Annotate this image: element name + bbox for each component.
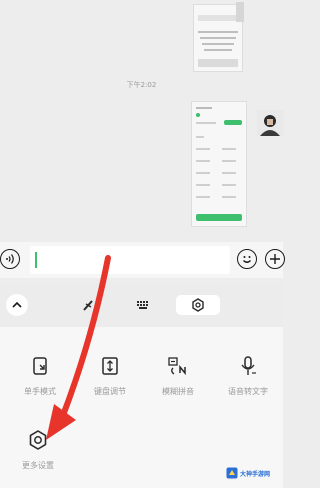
watermark-logo-icon bbox=[226, 467, 238, 479]
settings-gear-icon bbox=[192, 298, 204, 312]
avatar-icon bbox=[257, 110, 283, 136]
chat-timestamp: 下午2:02 bbox=[126, 81, 157, 89]
tab-handwrite[interactable] bbox=[80, 296, 98, 314]
keyboard-icon bbox=[137, 301, 148, 309]
tool-voice-to-text[interactable]: 语音转文字 bbox=[218, 349, 278, 411]
plus-button[interactable] bbox=[265, 249, 285, 269]
chat-input-bar bbox=[0, 242, 285, 278]
tool-label: 单手模式 bbox=[24, 387, 56, 396]
voice-wave-icon bbox=[6, 254, 14, 264]
watermark: 大神手游网 bbox=[226, 466, 278, 480]
tools-panel: 单手模式 键盘调节 模糊拼音 语音转文字 更多设置 bbox=[0, 327, 283, 488]
plus-icon bbox=[270, 254, 280, 264]
tool-keyboard-adjust[interactable]: 键盘调节 bbox=[80, 349, 140, 411]
mic-icon bbox=[241, 356, 256, 375]
tool-one-hand-mode[interactable]: 单手模式 bbox=[10, 349, 70, 411]
chevron-up-icon bbox=[12, 301, 22, 308]
tool-label: 语音转文字 bbox=[228, 387, 268, 396]
emoji-icon bbox=[243, 256, 251, 263]
tool-more-settings[interactable]: 更多设置 bbox=[8, 423, 68, 485]
tab-keyboard[interactable] bbox=[134, 296, 152, 314]
collapse-button[interactable] bbox=[6, 294, 28, 316]
message-input[interactable] bbox=[30, 246, 230, 274]
resize-icon bbox=[102, 357, 118, 375]
tool-fuzzy-pinyin[interactable]: 模糊拼音 bbox=[148, 349, 208, 411]
handwrite-pen-icon bbox=[83, 300, 93, 311]
one-hand-icon bbox=[33, 357, 47, 375]
image-message-settings[interactable] bbox=[191, 101, 247, 227]
chat-area: 下午2:02 bbox=[0, 0, 283, 238]
tool-label: 键盘调节 bbox=[94, 387, 126, 396]
tab-settings[interactable] bbox=[176, 295, 220, 315]
keyboard-toolbar bbox=[0, 283, 283, 327]
voice-button[interactable] bbox=[0, 249, 20, 269]
avatar-placeholder bbox=[236, 2, 244, 22]
emoji-button[interactable] bbox=[237, 249, 257, 269]
tool-label: 更多设置 bbox=[22, 461, 54, 470]
watermark-text: 大神手游网 bbox=[240, 470, 271, 478]
tool-label: 模糊拼音 bbox=[162, 387, 194, 396]
avatar[interactable] bbox=[257, 110, 283, 136]
text-cursor bbox=[35, 252, 37, 268]
fuzzy-pinyin-icon bbox=[168, 357, 186, 376]
gear-icon bbox=[29, 430, 47, 450]
